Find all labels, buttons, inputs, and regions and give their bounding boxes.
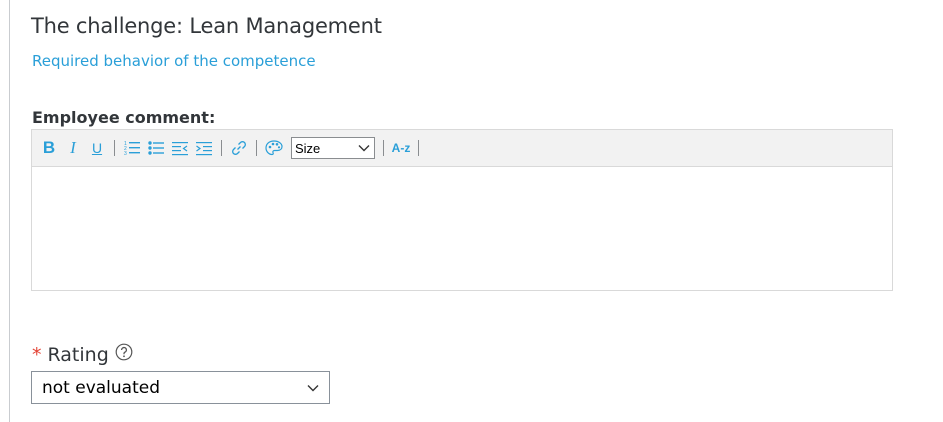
outdent-button[interactable] — [169, 136, 191, 160]
required-asterisk: * — [32, 343, 42, 366]
italic-button[interactable]: I — [62, 136, 84, 160]
link-icon — [232, 141, 246, 155]
chevron-down-icon — [307, 384, 319, 391]
toolbar-separator — [418, 140, 419, 156]
rating-select[interactable]: not evaluated — [31, 371, 330, 404]
toolbar-separator — [114, 140, 115, 156]
underline-button[interactable]: U — [86, 136, 108, 160]
toolbar-separator — [221, 140, 222, 156]
indent-icon — [196, 142, 212, 156]
ordered-list-icon: 1 2 3 — [124, 141, 140, 157]
insert-link-button[interactable] — [228, 136, 250, 160]
toolbar-separator — [383, 140, 384, 156]
font-size-select[interactable]: Size — [291, 137, 375, 159]
left-border-line — [9, 0, 10, 422]
spell-check-icon: A-z — [391, 141, 411, 155]
text-color-button[interactable] — [263, 136, 285, 160]
font-size-select-value: Size — [295, 140, 321, 156]
page-title: The challenge: Lean Management — [31, 14, 382, 38]
rating-select-value: not evaluated — [42, 377, 161, 398]
spell-check-button[interactable]: A-z — [390, 136, 412, 160]
required-behavior-link[interactable]: Required behavior of the competence — [32, 52, 316, 70]
svg-text:3: 3 — [124, 151, 127, 157]
employee-comment-editor[interactable] — [31, 167, 893, 291]
outdent-icon — [172, 142, 188, 156]
unordered-list-button[interactable] — [145, 136, 167, 160]
rating-label: Rating — [47, 343, 109, 366]
chevron-down-icon — [358, 145, 370, 152]
rating-label-group: * Rating — [32, 343, 133, 366]
ordered-list-button[interactable]: 1 2 3 — [121, 136, 143, 160]
unordered-list-icon — [148, 141, 164, 155]
indent-button[interactable] — [193, 136, 215, 160]
rich-text-toolbar: B I U 1 2 3 Size A-z — [31, 129, 893, 167]
color-palette-icon — [265, 140, 283, 156]
toolbar-separator — [256, 140, 257, 156]
bold-button[interactable]: B — [38, 136, 60, 160]
help-icon[interactable] — [115, 343, 133, 366]
employee-comment-label: Employee comment: — [32, 108, 216, 127]
